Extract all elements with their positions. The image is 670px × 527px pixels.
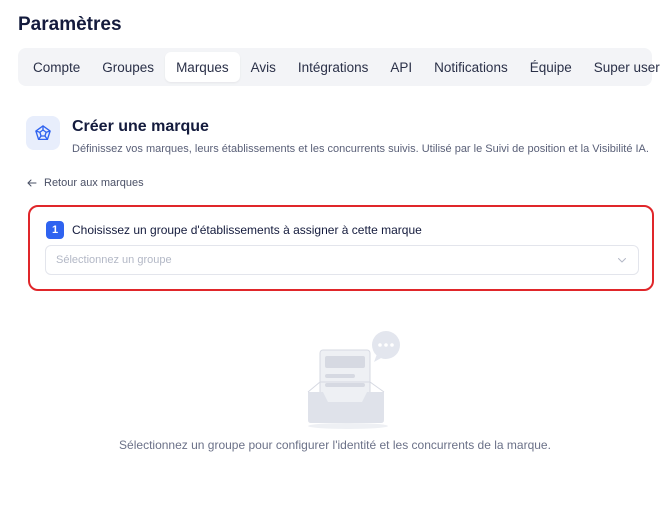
tab-compte[interactable]: Compte <box>22 52 91 82</box>
section-title: Créer une marque <box>72 118 209 135</box>
step-number-badge: 1 <box>46 221 64 239</box>
tab-super-user[interactable]: Super user <box>583 52 670 82</box>
step-1-card: 1 Choisissez un groupe d'établissements … <box>28 205 654 291</box>
back-link-label: Retour aux marques <box>44 177 144 189</box>
arrow-left-icon <box>27 179 37 187</box>
tab-marques[interactable]: Marques <box>165 52 240 82</box>
back-to-brands-link[interactable]: Retour aux marques <box>26 177 144 189</box>
tab-equipe[interactable]: Équipe <box>519 52 583 82</box>
group-select[interactable]: Sélectionnez un groupe <box>45 245 639 275</box>
tab-avis[interactable]: Avis <box>240 52 287 82</box>
tab-integrations[interactable]: Intégrations <box>287 52 380 82</box>
tab-groupes[interactable]: Groupes <box>91 52 165 82</box>
settings-tabs: Compte Groupes Marques Avis Intégrations… <box>18 48 660 86</box>
tab-notifications[interactable]: Notifications <box>423 52 519 82</box>
chevron-down-icon <box>618 258 626 263</box>
tab-api[interactable]: API <box>379 52 423 82</box>
brand-badge-icon <box>26 116 60 150</box>
empty-inbox-icon <box>290 330 410 430</box>
section-description: Définissez vos marques, leurs établissem… <box>72 143 649 155</box>
empty-state-text: Sélectionnez un groupe pour configurer l… <box>119 438 551 452</box>
page-title: Paramètres <box>18 14 122 35</box>
group-select-placeholder: Sélectionnez un groupe <box>56 254 172 266</box>
step-label: Choisissez un groupe d'établissements à … <box>72 223 422 237</box>
